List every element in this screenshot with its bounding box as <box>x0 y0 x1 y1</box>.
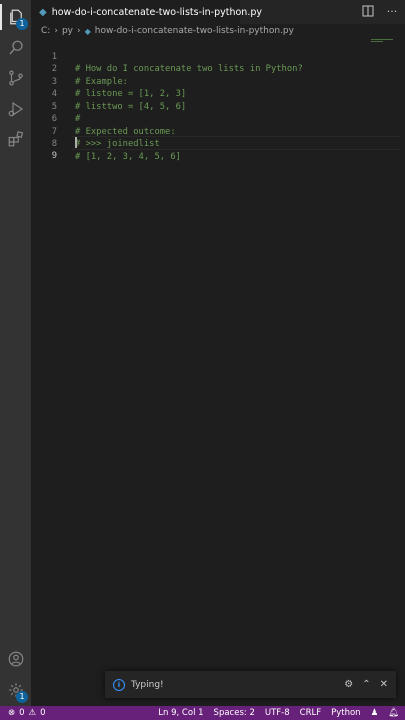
chevron-up-icon[interactable]: ⌃ <box>362 679 370 690</box>
extensions-icon[interactable] <box>5 128 27 150</box>
feedback-icon[interactable]: ♟ <box>371 708 379 718</box>
error-icon: ⊗ <box>8 708 16 718</box>
breadcrumb: C: › py › ◆ how-do-i-concatenate-two-lis… <box>31 24 405 38</box>
language-mode[interactable]: Python <box>331 708 360 718</box>
encoding[interactable]: UTF-8 <box>265 708 290 718</box>
close-icon[interactable]: ✕ <box>380 679 388 690</box>
tab-actions: ··· <box>361 4 399 18</box>
account-icon[interactable] <box>5 648 27 670</box>
code-line: 2 # Example: <box>31 51 405 87</box>
chevron-right-icon: › <box>76 26 81 36</box>
settings-gear-icon[interactable]: 1 <box>5 679 28 703</box>
source-control-icon[interactable] <box>5 67 27 89</box>
explorer-icon[interactable]: 1 <box>5 6 28 30</box>
warning-count: 0 <box>40 708 46 718</box>
breadcrumb-root[interactable]: C: <box>41 26 50 36</box>
more-actions-icon[interactable]: ··· <box>385 4 399 18</box>
error-count: 0 <box>19 708 25 718</box>
explorer-badge: 1 <box>16 18 28 30</box>
code-line: 9 <box>31 137 405 161</box>
run-debug-icon[interactable] <box>5 98 27 120</box>
line-number: 9 <box>51 150 57 161</box>
code-line: 1 # How do I concatenate two lists in Py… <box>31 38 405 75</box>
python-file-icon: ◆ <box>39 6 47 18</box>
tab-bar: ◆ how-do-i-concatenate-two-lists-in-pyth… <box>31 0 405 24</box>
text-cursor <box>75 137 77 148</box>
code-line: 4 # listtwo = [4, 5, 6] <box>31 76 405 112</box>
cursor-position[interactable]: Ln 9, Col 1 <box>158 708 203 718</box>
code-line: 7 # >>> joinedlist <box>31 113 405 150</box>
python-file-icon: ◆ <box>84 26 91 36</box>
activity-bar: 1 1 <box>0 0 31 706</box>
notification-toast: i Typing! ⚙ ⌃ ✕ <box>105 671 396 698</box>
tab-label: how-do-i-concatenate-two-lists-in-python… <box>51 6 262 18</box>
end-of-line[interactable]: CRLF <box>300 708 321 718</box>
accounts-badge: 1 <box>16 691 28 703</box>
split-editor-icon[interactable] <box>361 4 375 18</box>
notification-message: Typing! <box>131 679 164 690</box>
problems-indicator[interactable]: ⊗ 0 ⚠ 0 <box>0 708 46 718</box>
gear-icon[interactable]: ⚙ <box>344 679 353 690</box>
code-text: # [1, 2, 3, 4, 5, 6] <box>75 151 181 162</box>
code-editor[interactable]: 1 # How do I concatenate two lists in Py… <box>31 38 405 668</box>
code-line: 5 # <box>31 88 405 125</box>
chevron-right-icon: › <box>54 26 58 36</box>
bell-icon[interactable]: 🔔︎ <box>388 708 399 718</box>
notification-actions: ⚙ ⌃ ✕ <box>344 679 388 690</box>
status-bar: ⊗ 0 ⚠ 0 Ln 9, Col 1 Spaces: 2 UTF-8 CRLF… <box>0 706 405 720</box>
info-icon: i <box>113 678 125 691</box>
active-indicator <box>0 4 2 30</box>
search-icon[interactable] <box>5 37 27 59</box>
status-right: Ln 9, Col 1 Spaces: 2 UTF-8 CRLF Python … <box>158 708 405 718</box>
editor-tab[interactable]: ◆ how-do-i-concatenate-two-lists-in-pyth… <box>31 0 262 24</box>
code-line: 3 # listone = [1, 2, 3] <box>31 63 405 100</box>
indentation[interactable]: Spaces: 2 <box>214 708 255 718</box>
breadcrumb-file[interactable]: how-do-i-concatenate-two-lists-in-python… <box>95 26 294 36</box>
code-line: 6 # Expected outcome: <box>31 101 405 137</box>
breadcrumb-folder[interactable]: py <box>62 26 73 36</box>
warning-icon: ⚠ <box>28 708 37 718</box>
